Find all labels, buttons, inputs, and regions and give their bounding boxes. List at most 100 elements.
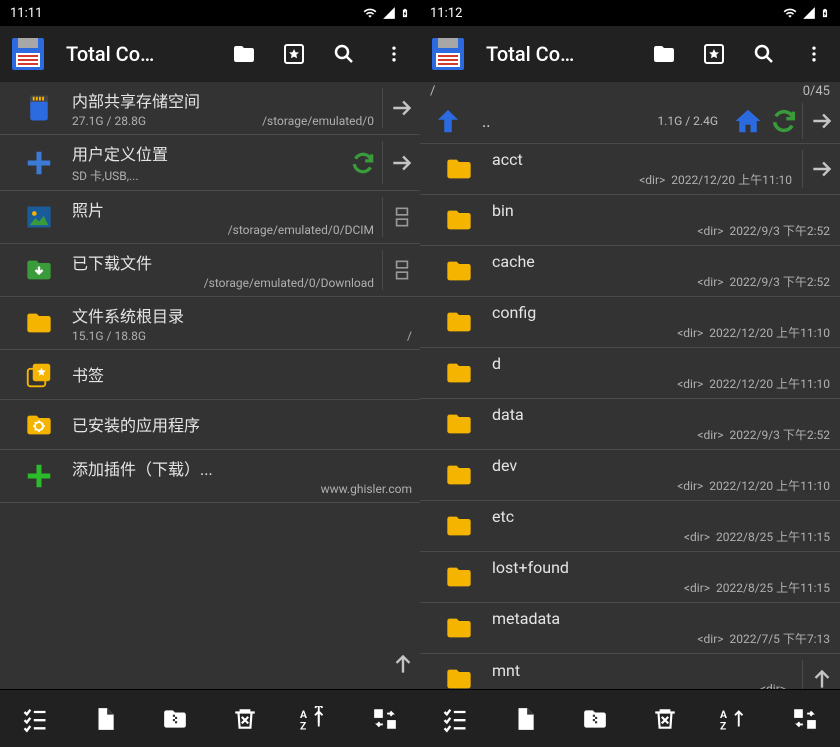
reload-button[interactable] (350, 150, 376, 176)
folder-button[interactable] (222, 32, 266, 76)
app-title: Total Co… (66, 42, 216, 66)
delete-button[interactable] (637, 695, 693, 743)
dir-type: <dir> (677, 479, 703, 493)
appbar: Total Co… (420, 26, 840, 82)
dir-row[interactable]: bin <dir> 2022/9/3 下午2:52 (420, 195, 840, 246)
dir-type: <dir> (697, 428, 723, 442)
search-button[interactable] (322, 32, 366, 76)
folder-icon (438, 512, 480, 540)
folder-icon (438, 155, 480, 183)
forward-button[interactable] (382, 141, 420, 184)
forward-button[interactable] (802, 103, 840, 139)
up-button[interactable] (430, 103, 466, 139)
pane-switch-button[interactable] (382, 250, 420, 290)
entry-sub-left (72, 276, 204, 290)
delete-button[interactable] (217, 695, 273, 743)
dir-name: lost+found (492, 558, 830, 577)
path-row: / 0/45 (420, 82, 840, 99)
select-button[interactable] (7, 695, 63, 743)
star-folder-icon (702, 42, 726, 66)
location-internal[interactable]: 内部共享存储空间 27.1G / 28.8G /storage/emulated… (0, 82, 420, 135)
arrow-right-icon (809, 108, 835, 134)
dir-row[interactable]: data <dir> 2022/9/3 下午2:52 (420, 399, 840, 450)
addplugin-icon (18, 461, 60, 491)
forward-button[interactable] (382, 88, 420, 128)
folder-icon (438, 614, 480, 642)
app-icon[interactable] (432, 38, 464, 70)
dir-name: mnt (492, 661, 792, 680)
dir-row[interactable]: cache <dir> 2022/9/3 下午2:52 (420, 246, 840, 297)
bookmark-icon (18, 360, 60, 390)
file-icon (512, 705, 538, 733)
dir-type: <dir> (639, 173, 665, 187)
dir-row[interactable]: acct <dir> 2022/12/20 上午11:10 (420, 144, 840, 195)
folder-icon (232, 42, 256, 66)
dir-type: <dir> (677, 377, 703, 391)
swap-button[interactable] (777, 695, 833, 743)
dir-row[interactable]: dev <dir> 2022/12/20 上午11:10 (420, 450, 840, 501)
app-icon[interactable] (12, 38, 44, 70)
menu-button[interactable] (372, 32, 416, 76)
location-bookmark[interactable]: 书签 (0, 350, 420, 400)
dir-row[interactable]: lost+found <dir> 2022/8/25 上午11:15 (420, 552, 840, 603)
newfile-button[interactable] (497, 695, 553, 743)
swap-button[interactable] (357, 695, 413, 743)
dir-row[interactable]: d <dir> 2022/12/20 上午11:10 (420, 348, 840, 399)
forward-button[interactable] (802, 150, 840, 188)
location-folder[interactable]: 文件系统根目录 15.1G / 18.8G / (0, 297, 420, 350)
dir-name: etc (492, 507, 830, 526)
star-folder-icon (282, 42, 306, 66)
zip-button[interactable] (567, 695, 623, 743)
dir-row[interactable]: config <dir> 2022/12/20 上午11:10 (420, 297, 840, 348)
pane-switch-button[interactable] (382, 197, 420, 237)
select-button[interactable] (427, 695, 483, 743)
folder-button[interactable] (642, 32, 686, 76)
signal-icon (382, 6, 396, 20)
swap-panels-icon (791, 706, 819, 732)
parent-row[interactable]: .. 1.1G / 2.4G (420, 99, 840, 144)
dir-date: 2022/12/20 上午11:10 (671, 173, 792, 187)
folder-icon (438, 308, 480, 336)
dir-name: metadata (492, 609, 830, 628)
home-button[interactable] (730, 103, 766, 139)
dir-date: 2022/12/20 上午11:10 (709, 326, 830, 340)
sort-button[interactable]: AZ (707, 695, 763, 743)
search-icon (752, 42, 776, 66)
dir-name: dev (492, 456, 830, 475)
dir-name: cache (492, 252, 830, 271)
status-icons (362, 5, 410, 21)
newfile-button[interactable] (77, 695, 133, 743)
more-vert-icon (804, 44, 824, 64)
entry-sub-right: www.ghisler.com (321, 482, 412, 496)
sort-button[interactable]: AZ (287, 695, 343, 743)
checklist-icon (441, 705, 469, 733)
file-icon (92, 705, 118, 733)
scroll-up-button[interactable] (388, 649, 418, 679)
location-plus[interactable]: 用户定义位置 SD 卡,USB,... (0, 135, 420, 191)
dir-row[interactable]: metadata <dir> 2022/7/5 下午7:13 (420, 603, 840, 654)
scroll-up-button[interactable] (802, 660, 840, 689)
bookmarks-button[interactable] (272, 32, 316, 76)
bookmarks-button[interactable] (692, 32, 736, 76)
dir-row[interactable]: etc <dir> 2022/8/25 上午11:15 (420, 501, 840, 552)
location-addplugin[interactable]: 添加插件（下载）... www.ghisler.com (0, 450, 420, 503)
reload-button[interactable] (766, 103, 802, 139)
pane-right: 11:12 Total Co… / 0/45 .. (420, 0, 840, 747)
dir-date: 2022/9/3 下午2:52 (730, 275, 830, 289)
location-apps[interactable]: 已安装的应用程序 (0, 400, 420, 450)
entry-sub-left: SD 卡,USB,... (72, 167, 342, 184)
pane-left: 11:11 Total Co… 内部共享存储空间 27.1G / 28.8G /… (0, 0, 420, 747)
path-crumb[interactable]: / (430, 84, 803, 99)
zip-button[interactable] (147, 695, 203, 743)
entry-title: 已下载文件 (72, 250, 374, 274)
entry-sub-right: /storage/emulated/0 (262, 114, 374, 128)
menu-button[interactable] (792, 32, 836, 76)
dir-row[interactable]: mnt <dir> (420, 654, 840, 689)
home-icon (733, 106, 763, 136)
location-download[interactable]: 已下载文件 /storage/emulated/0/Download (0, 244, 420, 297)
search-button[interactable] (742, 32, 786, 76)
bottombar: AZ (0, 689, 420, 747)
location-photo[interactable]: 照片 /storage/emulated/0/DCIM (0, 191, 420, 244)
apps-icon (18, 411, 60, 439)
file-list: .. 1.1G / 2.4G acct <dir> 2022/12/20 上午1… (420, 99, 840, 689)
